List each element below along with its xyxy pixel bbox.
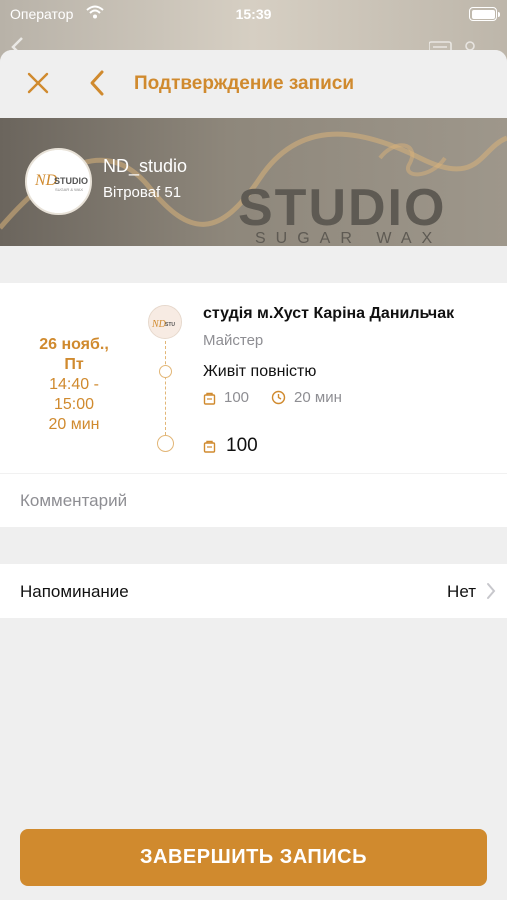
master-avatar: ND STU: [148, 305, 182, 339]
chevron-right-icon: [487, 583, 496, 599]
service-duration: 20 мин: [294, 389, 342, 406]
master-name: студія м.Хуст Каріна Данильчак: [203, 305, 455, 322]
price-tag-icon: [203, 440, 216, 453]
service-price: 100: [224, 389, 250, 406]
total-price: 100: [226, 435, 258, 456]
svg-text:STU: STU: [165, 322, 175, 328]
appointment-date: 26 нояб.,: [39, 336, 109, 353]
studio-logo-image: ND STUDIO SUGAR & WAX: [27, 150, 90, 213]
comment-input[interactable]: [20, 474, 490, 528]
back-chevron-icon[interactable]: [86, 68, 108, 98]
studio-name: ND_studio: [103, 156, 188, 176]
nav-bar: Подтверждение записи: [0, 50, 507, 118]
battery-icon: [469, 7, 500, 21]
timeline-dot-service: [159, 365, 172, 378]
svg-text:STUDIO: STUDIO: [54, 176, 88, 186]
studio-logo: ND STUDIO SUGAR & WAX: [25, 148, 92, 215]
appointment-weekday: Пт: [64, 356, 84, 373]
appointment-time-start: 14:40 -: [49, 376, 99, 393]
hero-watermark: STUDIO: [238, 179, 447, 237]
price-tag-icon: [203, 392, 216, 405]
master-role: Майстер: [203, 332, 264, 349]
timeline-line: [165, 341, 166, 435]
status-time: 15:39: [235, 6, 272, 22]
appointment-time-end: 15:00: [53, 396, 95, 413]
complete-booking-button[interactable]: ЗАВЕРШИТЬ ЗАПИСЬ: [20, 829, 487, 886]
status-bar: Оператор 15:39: [0, 0, 507, 30]
studio-address: Вітроваf 51: [103, 184, 182, 201]
timeline-dot-total: [157, 435, 174, 452]
appointment-duration: 20 мин: [48, 416, 100, 433]
svg-text:SUGAR & WAX: SUGAR & WAX: [55, 187, 83, 192]
reminder-value: Нет: [447, 582, 476, 601]
reminder-label: Напоминание: [20, 582, 129, 601]
studio-header: STUDIO SUGAR WAX ND STUDIO SUGAR & WAX N…: [0, 118, 507, 246]
reminder-row[interactable]: Напоминание Нет: [0, 564, 507, 618]
service-name: Живіт повністю: [203, 363, 317, 380]
confirmation-sheet: Подтверждение записи STUDIO SUGAR WAX ND…: [0, 50, 507, 900]
service-meta: 100 20 мин: [203, 389, 342, 406]
comment-row: [0, 473, 507, 528]
close-icon[interactable]: [25, 70, 51, 96]
appointment-card: 26 нояб., Пт 14:40 - 15:00 20 мин ND STU…: [0, 283, 507, 473]
total-price-row: 100: [203, 435, 258, 457]
page-title: Подтверждение записи: [134, 73, 354, 94]
master-avatar-image: ND STU: [149, 306, 181, 338]
clock-icon: [271, 390, 286, 405]
appointment-datetime: 26 нояб., Пт 14:40 - 15:00 20 мин: [14, 335, 134, 435]
hero-watermark-sub: SUGAR WAX: [255, 230, 443, 246]
